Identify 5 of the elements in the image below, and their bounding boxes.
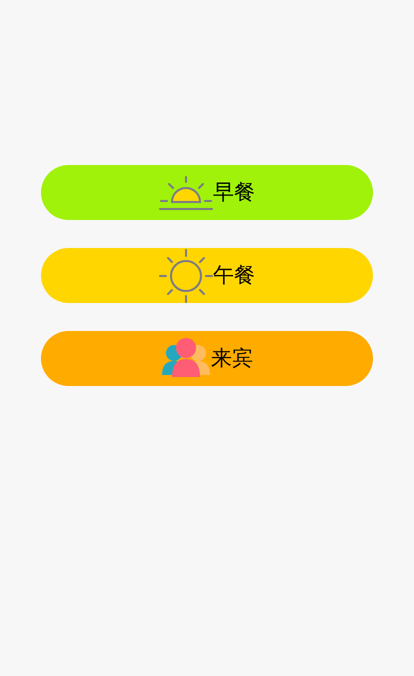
meal-button[interactable]: 午餐	[41, 248, 373, 303]
meal-button[interactable]: 来宾	[41, 331, 373, 386]
sun-icon	[159, 248, 213, 302]
meal-button[interactable]: 早餐	[41, 165, 373, 220]
sunrise-icon	[159, 174, 213, 210]
